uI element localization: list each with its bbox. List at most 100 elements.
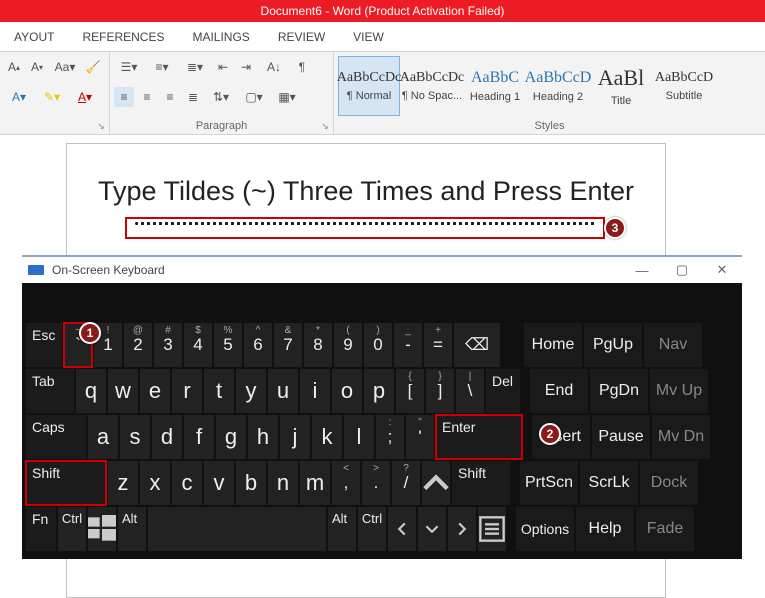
- key-5[interactable]: %5: [214, 323, 242, 367]
- style-title[interactable]: AaBl Title: [590, 56, 652, 116]
- key-n[interactable]: n: [268, 461, 298, 505]
- key-x[interactable]: x: [140, 461, 170, 505]
- show-marks-button[interactable]: ¶: [292, 57, 312, 77]
- shading-button[interactable]: ▢▾: [239, 87, 269, 107]
- key-e[interactable]: e: [140, 369, 170, 413]
- key-c[interactable]: c: [172, 461, 202, 505]
- key-shift-left[interactable]: Shift: [26, 461, 106, 505]
- key-9[interactable]: (9: [334, 323, 362, 367]
- style-normal[interactable]: AaBbCcDc ¶ Normal: [338, 56, 400, 116]
- key-down[interactable]: [418, 507, 446, 551]
- key-q[interactable]: q: [76, 369, 106, 413]
- key-f[interactable]: f: [184, 415, 214, 459]
- key-help[interactable]: Help: [576, 507, 634, 551]
- style-no-spacing[interactable]: AaBbCcDc ¶ No Spac...: [401, 56, 463, 116]
- key-ctrl-left[interactable]: Ctrl: [58, 507, 86, 551]
- font-color-char-button[interactable]: A▾: [4, 87, 34, 107]
- key-tab[interactable]: Tab: [26, 369, 74, 413]
- close-button[interactable]: ✕: [702, 257, 742, 283]
- key-backspace[interactable]: ⌫: [454, 323, 500, 367]
- key-del[interactable]: Del: [486, 369, 520, 413]
- key-g[interactable]: g: [216, 415, 246, 459]
- key-shift-right[interactable]: Shift: [452, 461, 510, 505]
- key-prtscn[interactable]: PrtScn: [520, 461, 578, 505]
- key-scrlk[interactable]: ScrLk: [580, 461, 638, 505]
- key-win[interactable]: [88, 507, 116, 551]
- line-spacing-button[interactable]: ⇅▾: [206, 87, 236, 107]
- key-menu[interactable]: [478, 507, 506, 551]
- key-d[interactable]: d: [152, 415, 182, 459]
- key-up[interactable]: [422, 461, 450, 505]
- key-slash[interactable]: ?/: [392, 461, 420, 505]
- shrink-font-button[interactable]: A▾: [27, 57, 47, 77]
- bullets-button[interactable]: ☰▾: [114, 57, 144, 77]
- change-case-button[interactable]: Aa▾: [50, 57, 80, 77]
- key-pause[interactable]: Pause: [592, 415, 650, 459]
- key-p[interactable]: p: [364, 369, 394, 413]
- key-i[interactable]: i: [300, 369, 330, 413]
- key-home[interactable]: Home: [524, 323, 582, 367]
- ribbon-tab[interactable]: REFERENCES: [68, 22, 178, 51]
- key-v[interactable]: v: [204, 461, 234, 505]
- key-nav[interactable]: Nav: [644, 323, 702, 367]
- key-esc[interactable]: Esc: [26, 323, 62, 367]
- justify-button[interactable]: ≣: [183, 87, 203, 107]
- align-right-button[interactable]: ≡: [160, 87, 180, 107]
- ribbon-tab[interactable]: VIEW: [339, 22, 398, 51]
- key-b[interactable]: b: [236, 461, 266, 505]
- key-m[interactable]: m: [300, 461, 330, 505]
- key-4[interactable]: $4: [184, 323, 212, 367]
- style-subtitle[interactable]: AaBbCcD Subtitle: [653, 56, 715, 116]
- key-h[interactable]: h: [248, 415, 278, 459]
- style-heading2[interactable]: AaBbCcD Heading 2: [527, 56, 589, 116]
- key-backslash[interactable]: |\: [456, 369, 484, 413]
- decrease-indent-button[interactable]: ⇤: [213, 57, 233, 77]
- maximize-button[interactable]: ▢: [662, 257, 702, 283]
- key-alt-left[interactable]: Alt: [118, 507, 146, 551]
- key-minus[interactable]: _-: [394, 323, 422, 367]
- increase-indent-button[interactable]: ⇥: [236, 57, 256, 77]
- key-z[interactable]: z: [108, 461, 138, 505]
- sort-button[interactable]: A↓: [259, 57, 289, 77]
- key-pgup[interactable]: PgUp: [584, 323, 642, 367]
- key-k[interactable]: k: [312, 415, 342, 459]
- key-dock[interactable]: Dock: [640, 461, 698, 505]
- ribbon-tab[interactable]: REVIEW: [264, 22, 339, 51]
- ribbon-tab[interactable]: AYOUT: [0, 22, 68, 51]
- font-color-button[interactable]: A▾: [70, 87, 100, 107]
- key-j[interactable]: j: [280, 415, 310, 459]
- key-o[interactable]: o: [332, 369, 362, 413]
- clear-formatting-button[interactable]: 🧹: [83, 57, 103, 77]
- key-caps[interactable]: Caps: [26, 415, 86, 459]
- key-end[interactable]: End: [530, 369, 588, 413]
- key-r[interactable]: r: [172, 369, 202, 413]
- key-y[interactable]: y: [236, 369, 266, 413]
- key-s[interactable]: s: [120, 415, 150, 459]
- multilevel-button[interactable]: ≣▾: [180, 57, 210, 77]
- key-quote[interactable]: "': [406, 415, 434, 459]
- grow-font-button[interactable]: A▴: [4, 57, 24, 77]
- numbering-button[interactable]: ≡▾: [147, 57, 177, 77]
- borders-button[interactable]: ▦▾: [272, 87, 302, 107]
- key-semicolon[interactable]: :;: [376, 415, 404, 459]
- key-6[interactable]: ^6: [244, 323, 272, 367]
- key-mvup[interactable]: Mv Up: [650, 369, 708, 413]
- key-fn[interactable]: Fn: [26, 507, 56, 551]
- key-w[interactable]: w: [108, 369, 138, 413]
- key-ctrl-right[interactable]: Ctrl: [358, 507, 386, 551]
- key-lbracket[interactable]: {[: [396, 369, 424, 413]
- key-right[interactable]: [448, 507, 476, 551]
- key-left[interactable]: [388, 507, 416, 551]
- key-fade[interactable]: Fade: [636, 507, 694, 551]
- key-3[interactable]: #3: [154, 323, 182, 367]
- key-8[interactable]: *8: [304, 323, 332, 367]
- key-enter[interactable]: Enter: [436, 415, 522, 459]
- ribbon-tab[interactable]: MAILINGS: [178, 22, 263, 51]
- font-dialog-launcher[interactable]: ↘: [95, 120, 107, 132]
- key-comma[interactable]: <,: [332, 461, 360, 505]
- key-2[interactable]: @2: [124, 323, 152, 367]
- key-rbracket[interactable]: }]: [426, 369, 454, 413]
- key-mvdn[interactable]: Mv Dn: [652, 415, 710, 459]
- osk-titlebar[interactable]: On-Screen Keyboard — ▢ ✕: [22, 257, 742, 283]
- align-center-button[interactable]: ≡: [137, 87, 157, 107]
